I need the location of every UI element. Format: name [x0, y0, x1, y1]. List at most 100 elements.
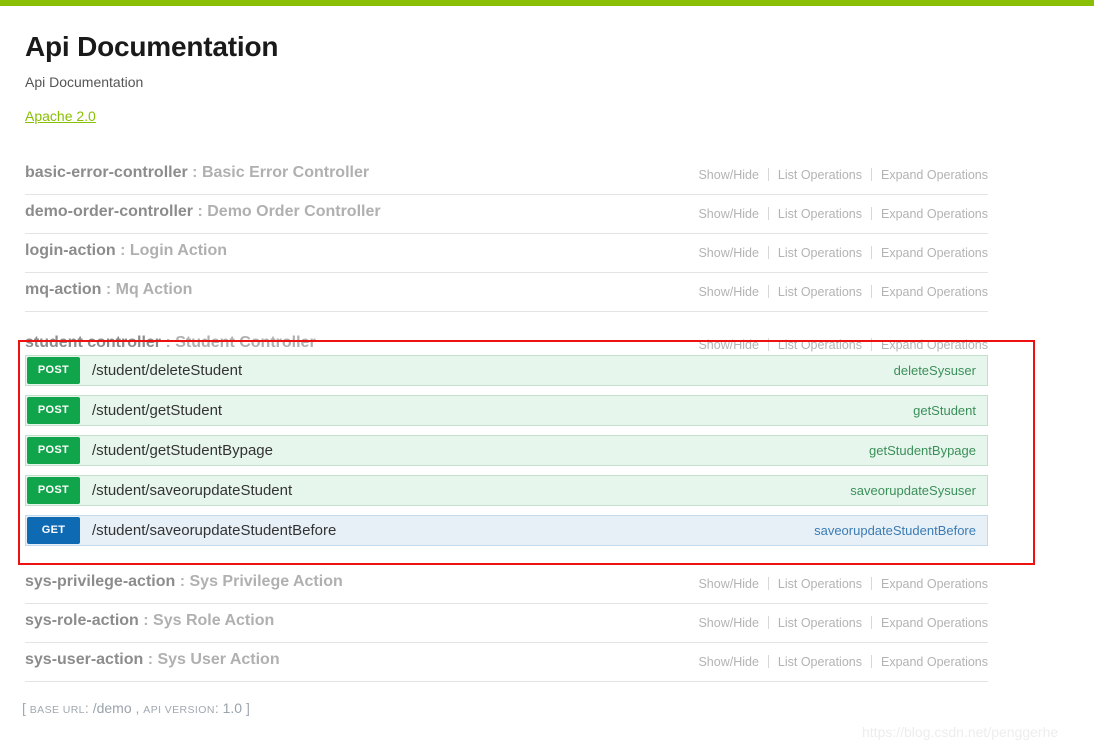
resource-row-demo-order-controller[interactable]: demo-order-controller : Demo Order Contr… [25, 195, 988, 234]
operation-path: /student/getStudentBypage [92, 442, 273, 459]
resource-actions: Show/Hide List Operations Expand Operation… [698, 337, 988, 353]
resource-row-login-action[interactable]: login-action : Login Action Show/Hide Lis… [25, 234, 988, 273]
resource-row-sys-privilege-action[interactable]: sys-privilege-action : Sys Privilege Act… [25, 565, 988, 604]
show-hide-link[interactable]: Show/Hide [698, 207, 758, 221]
list-operations-link[interactable]: List Operations [778, 246, 862, 260]
show-hide-link[interactable]: Show/Hide [698, 577, 758, 591]
footer-comma: , [131, 700, 144, 716]
resource-heading[interactable]: sys-user-action : Sys User Action [25, 649, 280, 671]
action-divider [870, 577, 872, 590]
expand-operations-link[interactable]: Expand Operations [881, 338, 988, 352]
resource-separator: : [175, 573, 190, 590]
operation-path: /student/saveorupdateStudent [92, 482, 293, 499]
operation-row-getStudentBypage[interactable]: POST /student/getStudentBypage getStuden… [25, 435, 988, 466]
action-divider [870, 655, 872, 668]
list-operations-link[interactable]: List Operations [778, 338, 862, 352]
base-url-label: BASE URL [29, 704, 85, 716]
operation-path: /student/deleteStudent [92, 362, 243, 379]
expand-operations-link[interactable]: Expand Operations [881, 285, 988, 299]
resource-separator: : [193, 203, 208, 220]
watermark-text: https://blog.csdn.net/penggerhe [862, 724, 1059, 740]
resource-heading[interactable]: basic-error-controller : Basic Error Con… [25, 162, 369, 184]
operation-path: /student/getStudent [92, 402, 223, 419]
resource-description: Sys Privilege Action [189, 573, 343, 590]
resource-actions: Show/Hide List Operations Expand Operation… [698, 284, 988, 300]
resource-row-sys-role-action[interactable]: sys-role-action : Sys Role Action Show/H… [25, 604, 988, 643]
operation-nickname: saveorupdateStudentBefore [814, 523, 976, 538]
operation-row-getStudent[interactable]: POST /student/getStudent getStudent [25, 395, 988, 426]
resource-heading[interactable]: sys-role-action : Sys Role Action [25, 610, 274, 632]
show-hide-link[interactable]: Show/Hide [698, 246, 758, 260]
api-subtitle: Api Documentation [25, 74, 144, 90]
expand-operations-link[interactable]: Expand Operations [881, 577, 988, 591]
list-operations-link[interactable]: List Operations [778, 616, 862, 630]
resource-actions: Show/Hide List Operations Expand Operation… [698, 167, 988, 183]
show-hide-link[interactable]: Show/Hide [698, 616, 758, 630]
resource-heading[interactable]: demo-order-controller : Demo Order Contr… [25, 201, 381, 223]
resource-heading[interactable]: mq-action : Mq Action [25, 279, 192, 301]
action-divider [767, 207, 769, 220]
license-link[interactable]: Apache 2.0 [25, 108, 96, 124]
api-version-value: 1.0 [222, 700, 243, 716]
expand-operations-link[interactable]: Expand Operations [881, 168, 988, 182]
resource-heading[interactable]: student controller : Student Controller [25, 332, 316, 354]
footer-close-bracket: ] [242, 700, 250, 716]
action-divider [870, 338, 872, 351]
resource-name: mq-action [25, 281, 102, 298]
operation-nickname: deleteSysuser [893, 363, 976, 378]
list-operations-link[interactable]: List Operations [778, 577, 862, 591]
base-url-value: /demo [92, 700, 132, 716]
resource-name: login-action [25, 242, 116, 259]
resource-description: Sys Role Action [153, 612, 275, 629]
show-hide-link[interactable]: Show/Hide [698, 285, 758, 299]
show-hide-link[interactable]: Show/Hide [698, 168, 758, 182]
resource-list-bottom: sys-privilege-action : Sys Privilege Act… [25, 565, 988, 682]
resource-heading[interactable]: sys-privilege-action : Sys Privilege Act… [25, 571, 343, 593]
resource-row-student-controller[interactable]: student controller : Student Controller … [25, 326, 988, 354]
resource-actions: Show/Hide List Operations Expand Operation… [698, 576, 988, 592]
operation-list: POST /student/deleteStudent deleteSysuse… [25, 355, 988, 555]
action-divider [870, 207, 872, 220]
operation-nickname: getStudent [913, 403, 976, 418]
show-hide-link[interactable]: Show/Hide [698, 338, 758, 352]
expand-operations-link[interactable]: Expand Operations [881, 616, 988, 630]
resource-description: Login Action [129, 242, 228, 259]
expand-operations-link[interactable]: Expand Operations [881, 655, 988, 669]
resource-row-mq-action[interactable]: mq-action : Mq Action Show/Hide List Oper… [25, 273, 988, 312]
operation-row-saveorupdateStudentBefore[interactable]: GET /student/saveorupdateStudentBefore s… [25, 515, 988, 546]
expand-operations-link[interactable]: Expand Operations [881, 207, 988, 221]
http-method-badge: POST [27, 397, 80, 424]
resource-row-sys-user-action[interactable]: sys-user-action : Sys User Action Show/H… [25, 643, 988, 682]
http-method-badge: POST [27, 437, 80, 464]
action-divider [767, 655, 769, 668]
resource-description: Student Controller [175, 334, 316, 351]
list-operations-link[interactable]: List Operations [778, 207, 862, 221]
resource-actions: Show/Hide List Operations Expand Operation… [698, 206, 988, 222]
operation-nickname: saveorupdateSysuser [850, 483, 976, 498]
http-method-badge: GET [27, 517, 80, 544]
action-divider [767, 338, 769, 351]
list-operations-link[interactable]: List Operations [778, 168, 862, 182]
list-operations-link[interactable]: List Operations [778, 285, 862, 299]
expand-operations-link[interactable]: Expand Operations [881, 246, 988, 260]
resource-name: sys-user-action [25, 651, 144, 668]
list-operations-link[interactable]: List Operations [778, 655, 862, 669]
operation-row-deleteStudent[interactable]: POST /student/deleteStudent deleteSysuse… [25, 355, 988, 386]
action-divider [870, 285, 872, 298]
action-divider [767, 577, 769, 590]
operation-row-saveorupdateStudent[interactable]: POST /student/saveorupdateStudent saveor… [25, 475, 988, 506]
resource-row-basic-error-controller[interactable]: basic-error-controller : Basic Error Con… [25, 156, 988, 195]
footer-open-bracket: [ [22, 700, 30, 716]
show-hide-link[interactable]: Show/Hide [698, 655, 758, 669]
api-version-separator: : [214, 700, 223, 716]
resource-heading[interactable]: login-action : Login Action [25, 240, 227, 262]
base-url-separator: : [84, 700, 93, 716]
http-method-badge: POST [27, 477, 80, 504]
resource-block-student-controller: student controller : Student Controller … [25, 326, 988, 546]
resource-separator: : [143, 651, 158, 668]
action-divider [870, 246, 872, 259]
resource-name: sys-role-action [25, 612, 139, 629]
resource-separator: : [101, 281, 116, 298]
swagger-ui-page: Api Documentation Api Documentation Apac… [0, 0, 1094, 751]
api-version-label: API VERSION [143, 704, 215, 716]
